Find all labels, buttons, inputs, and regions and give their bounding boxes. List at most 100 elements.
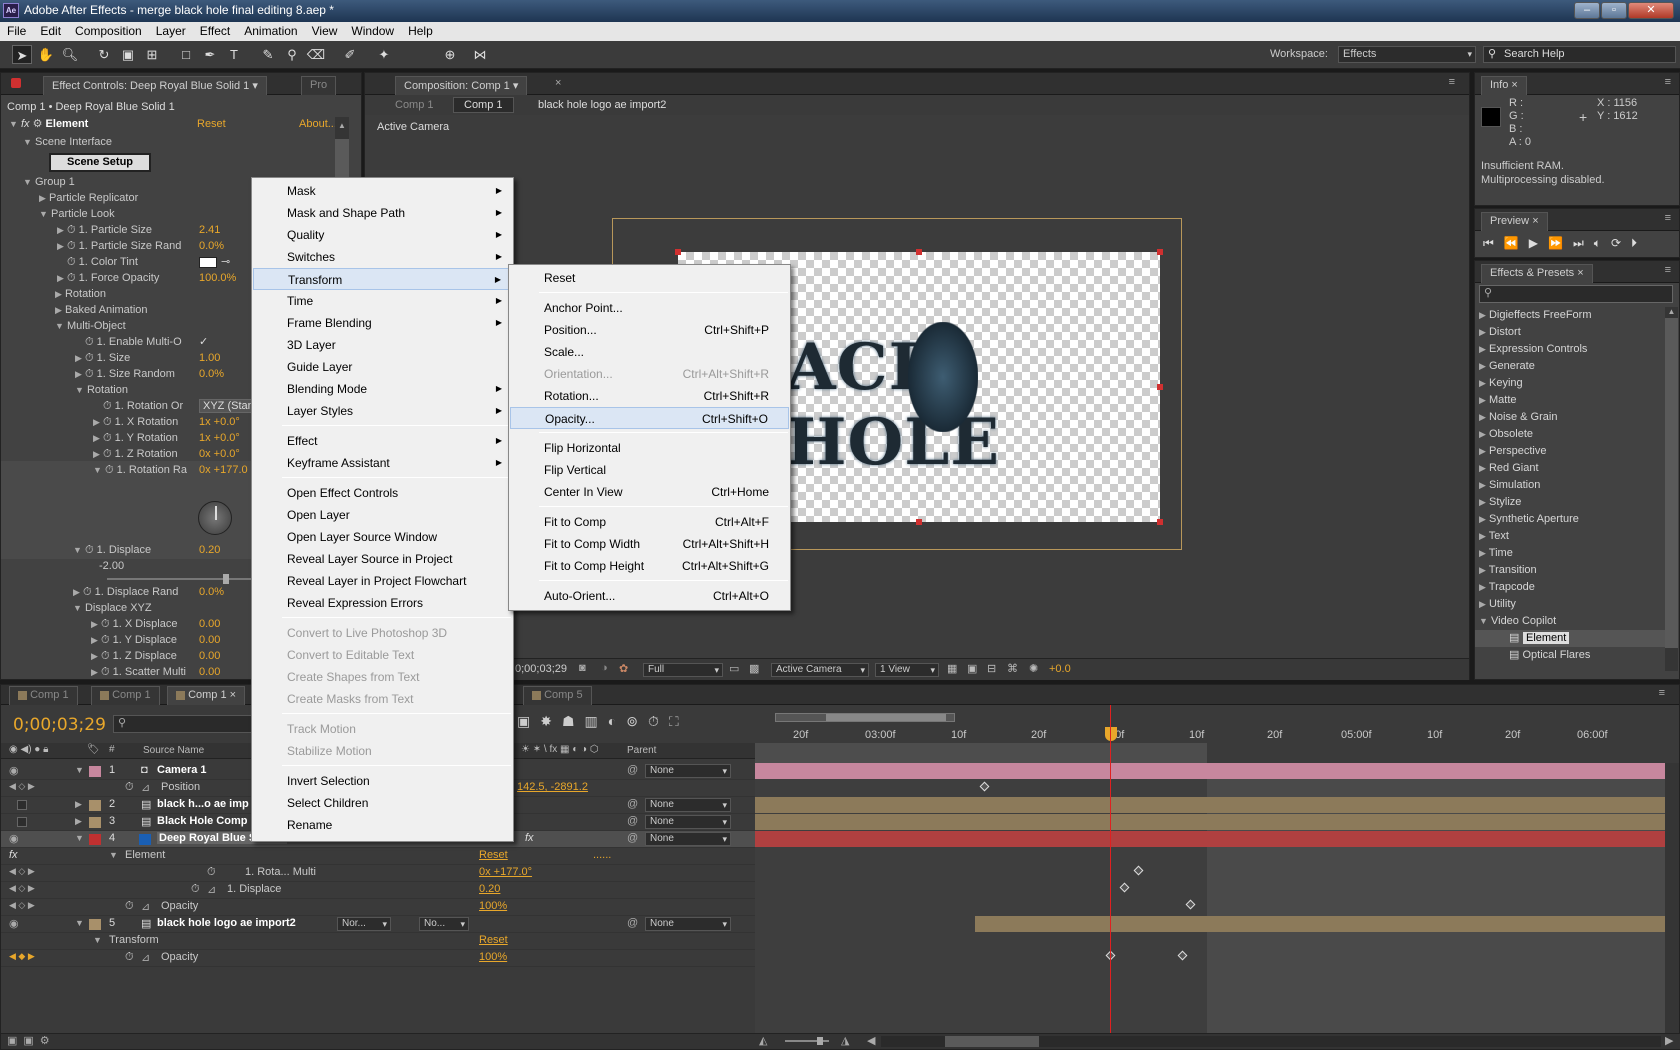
- selection-tool-icon[interactable]: ➤: [12, 45, 32, 64]
- tf-item-center-in-view[interactable]: Center In View Ctrl+Home: [510, 481, 789, 503]
- ec-row-rotation-order[interactable]: ▶ ⏱ 1. Rotation OrXYZ (Stan: [93, 398, 263, 414]
- keyframe[interactable]: [1133, 865, 1144, 876]
- flowchart-icon[interactable]: ⌘: [1007, 662, 1018, 675]
- type-tool-icon[interactable]: T: [224, 45, 244, 64]
- layer-bar[interactable]: [975, 916, 1665, 932]
- work-area-navigator[interactable]: [775, 713, 955, 722]
- keyframe[interactable]: [1185, 899, 1196, 910]
- ec-row-z-rotation[interactable]: ▶ ⏱ 1. Z Rotation 0x +0.0°: [93, 446, 263, 462]
- fx-category[interactable]: ▶ Transition: [1479, 562, 1537, 579]
- ec-row-z-displace[interactable]: ▶ ⏱ 1. Z Displace 0.00: [91, 648, 261, 664]
- exposure-reset-icon[interactable]: ✺: [1029, 662, 1038, 675]
- menu-edit[interactable]: Edit: [33, 22, 68, 38]
- pickwhip-icon[interactable]: @: [627, 764, 638, 776]
- comp-current-time[interactable]: 0;00;03;29: [515, 663, 567, 675]
- rectangle-tool-icon[interactable]: □: [176, 45, 196, 64]
- tab-comp1-a[interactable]: Comp 1: [9, 686, 78, 705]
- timeline-search-input[interactable]: ⚲: [113, 715, 255, 733]
- video-toggle[interactable]: [17, 817, 27, 827]
- timeline-h-scrollbar[interactable]: [881, 1036, 1661, 1047]
- visibility-eye-icon[interactable]: ◉: [9, 832, 19, 845]
- track-matte-select[interactable]: No...: [419, 917, 469, 931]
- keyframe-nav-icon[interactable]: ◀ ◇ ▶: [9, 900, 35, 911]
- brush-tool-icon[interactable]: ✎: [258, 45, 278, 64]
- color-tint-swatch[interactable]: [199, 257, 217, 268]
- graph-editor-icon[interactable]: ⛶: [669, 713, 689, 729]
- snapshot-icon[interactable]: ◙: [579, 662, 586, 674]
- prop-row-opacity-4[interactable]: ◀ ◇ ▶ ⏱ ⊿ Opacity 100%: [1, 899, 755, 916]
- scroll-left-icon[interactable]: ◀: [867, 1034, 875, 1047]
- ec-row-size[interactable]: ▶ ⏱ 1. Size 1.00: [75, 350, 255, 366]
- transparency-grid-icon[interactable]: ▩: [749, 662, 759, 675]
- keyframe-nav-icon[interactable]: ◀ ◇ ▶: [9, 866, 35, 877]
- ctx-item-mask-shape-path[interactable]: Mask and Shape Path ▶: [253, 202, 512, 224]
- ec-row-rotation[interactable]: ▶ Rotation: [55, 286, 106, 302]
- ctx-item-open-layer-source[interactable]: Open Layer Source Window: [253, 526, 512, 548]
- displace-slider[interactable]: [107, 574, 255, 584]
- ec-row-rotation-group[interactable]: ▼ Rotation: [75, 382, 128, 398]
- stopwatch-icon[interactable]: ⏱: [103, 400, 112, 412]
- ctx-item-quality[interactable]: Quality ▶: [253, 224, 512, 246]
- solid-layer-bar[interactable]: [755, 831, 1665, 847]
- close-tab-icon[interactable]: ×: [1577, 267, 1583, 279]
- clone-stamp-tool-icon[interactable]: ⚲: [282, 45, 302, 64]
- ec-row-displace-xyz[interactable]: ▼ Displace XYZ: [73, 600, 152, 616]
- tf-item-opacity[interactable]: Opacity... Ctrl+Shift+O: [510, 407, 789, 429]
- ec-value[interactable]: 0.0%: [199, 238, 224, 254]
- ctx-item-blending-mode[interactable]: Blending Mode ▶: [253, 378, 512, 400]
- prop-row-rotation-multi[interactable]: ◀ ◇ ▶ ⏱ 1. Rota... Multi 0x +177.0°: [1, 865, 755, 882]
- effect-reset-link[interactable]: Reset: [479, 849, 508, 861]
- fx-category[interactable]: ▶ Matte: [1479, 392, 1517, 409]
- fx-item-optical-flares[interactable]: ▤ Optical Flares: [1509, 647, 1590, 664]
- keyframe-nav-icon[interactable]: ◀ ◇ ▶: [9, 883, 35, 894]
- camera-tool-icon[interactable]: ▣: [118, 45, 138, 64]
- source-name-header[interactable]: Source Name: [143, 745, 204, 756]
- ec-value[interactable]: 100.0%: [199, 270, 236, 286]
- fx-category[interactable]: ▶ Distort: [1479, 324, 1521, 341]
- rotation-dial[interactable]: [198, 501, 232, 535]
- view-layout-select[interactable]: 1 View: [875, 663, 939, 677]
- layer-handle[interactable]: [1157, 384, 1163, 390]
- ec-value[interactable]: 1.00: [199, 350, 220, 366]
- exposure-value[interactable]: +0.0: [1049, 663, 1071, 675]
- crumb-comp1-b[interactable]: Comp 1: [453, 97, 514, 113]
- tf-item-fit-to-comp-height[interactable]: Fit to Comp Height Ctrl+Alt+Shift+G: [510, 555, 789, 577]
- pickwhip-icon[interactable]: @: [627, 815, 638, 827]
- tab-effect-controls[interactable]: Effect Controls: Deep Royal Blue Solid 1…: [43, 76, 267, 95]
- audio-icon[interactable]: 🔈︎: [1594, 236, 1611, 250]
- comp-mini-flowchart-icon[interactable]: ▣: [517, 713, 540, 729]
- close-panel-icon[interactable]: [11, 78, 21, 88]
- parent-select[interactable]: None: [645, 815, 731, 829]
- ctx-item-effect[interactable]: Effect ▶: [253, 430, 512, 452]
- next-frame-icon[interactable]: ⏩: [1548, 236, 1573, 250]
- tf-item-flip-vertical[interactable]: Flip Vertical: [510, 459, 789, 481]
- ctx-item-switches[interactable]: Switches ▶: [253, 246, 512, 268]
- ram-preview-icon[interactable]: ⏵: [1631, 236, 1647, 250]
- ec-row-rotation-random[interactable]: ▼ ⏱ 1. Rotation Ra 0x +177.0: [93, 462, 263, 478]
- tab-preview[interactable]: Preview ×: [1481, 212, 1548, 231]
- timeline-bottom-icons[interactable]: ▣▣⚙: [7, 1034, 56, 1047]
- fast-previews-icon[interactable]: ▣: [967, 662, 977, 675]
- stopwatch-icon[interactable]: ⏱: [83, 586, 92, 598]
- stopwatch-icon[interactable]: ⏱: [101, 650, 110, 662]
- ctx-item-invert-selection[interactable]: Invert Selection: [253, 770, 512, 792]
- tf-item-anchor-point[interactable]: Anchor Point...: [510, 297, 789, 319]
- keyframe-nav-icon[interactable]: ◀ ◇ ▶: [9, 781, 35, 792]
- fx-category[interactable]: ▶ Simulation: [1479, 477, 1540, 494]
- ec-row-displace[interactable]: ▼ ⏱ 1. Displace 0.20: [73, 542, 253, 558]
- menu-effect[interactable]: Effect: [193, 22, 237, 38]
- ec-value[interactable]: 0.00: [199, 648, 220, 664]
- stopwatch-icon[interactable]: ⏱: [103, 448, 112, 460]
- fx-category[interactable]: ▶ Time: [1479, 545, 1513, 562]
- effect-about-link[interactable]: About...: [299, 116, 337, 132]
- ec-value[interactable]: 0.00: [199, 664, 220, 676]
- tab-composition[interactable]: Composition: Comp 1 ▾: [395, 76, 528, 95]
- work-area-bar[interactable]: [755, 743, 1207, 763]
- ctx-item-open-layer[interactable]: Open Layer: [253, 504, 512, 526]
- ec-row-color-tint[interactable]: ▶ ⏱ 1. Color Tint⊸: [57, 254, 247, 270]
- property-value[interactable]: 100%: [479, 900, 507, 912]
- effects-scrollbar[interactable]: ▲: [1665, 307, 1678, 671]
- resolution-select[interactable]: Full: [643, 663, 723, 677]
- stopwatch-icon[interactable]: ⏱: [103, 416, 112, 428]
- fx-category[interactable]: ▶ Stylize: [1479, 494, 1521, 511]
